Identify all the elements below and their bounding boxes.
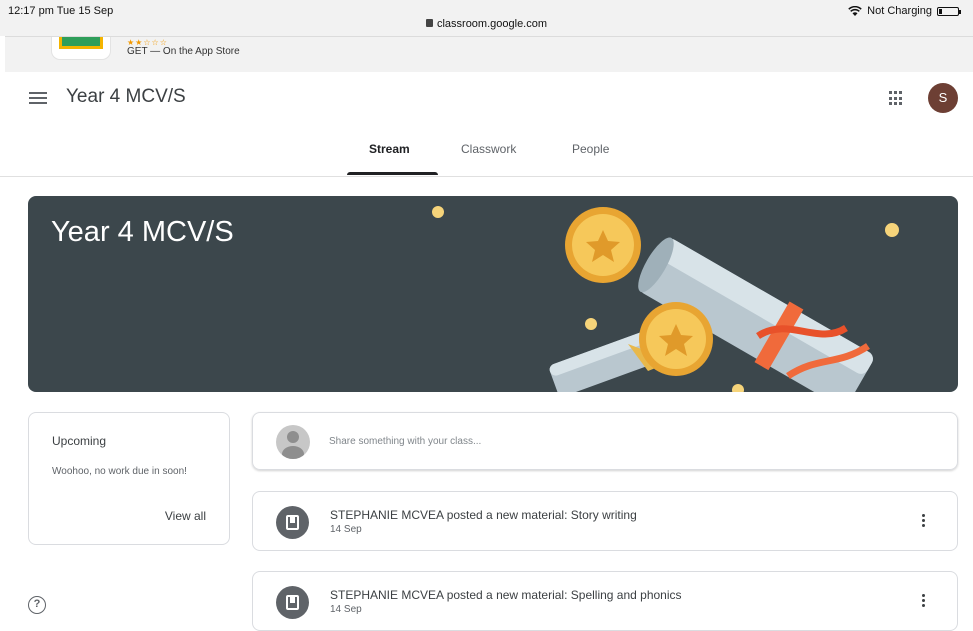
menu-icon[interactable] xyxy=(29,92,47,104)
status-indicators: Not Charging xyxy=(848,5,961,17)
material-icon xyxy=(276,506,309,539)
class-banner: Year 4 MCV/S xyxy=(28,196,958,392)
stream-post[interactable]: STEPHANIE MCVEA posted a new material: S… xyxy=(252,491,958,551)
active-tab-indicator xyxy=(347,172,438,175)
google-apps-icon[interactable] xyxy=(889,91,904,106)
view-all-link[interactable]: View all xyxy=(165,509,206,523)
status-bar: 12:17 pm Tue 15 Sep classroom.google.com… xyxy=(0,0,973,36)
account-avatar[interactable]: S xyxy=(928,83,958,113)
post-title[interactable]: STEPHANIE MCVEA posted a new material: S… xyxy=(330,588,682,602)
share-placeholder[interactable]: Share something with your class... xyxy=(329,436,481,447)
status-time: 12:17 pm Tue 15 Sep xyxy=(8,5,114,17)
wifi-icon xyxy=(848,6,862,16)
help-icon[interactable]: ? xyxy=(28,596,46,614)
more-options-icon[interactable] xyxy=(922,594,926,608)
app-store-get-label[interactable]: GET — On the App Store xyxy=(127,46,240,57)
post-date: 14 Sep xyxy=(330,604,362,615)
tab-bar: Stream Classwork People xyxy=(0,124,973,177)
stream-post[interactable]: STEPHANIE MCVEA posted a new material: S… xyxy=(252,571,958,631)
tab-stream[interactable]: Stream xyxy=(369,142,410,156)
more-options-icon[interactable] xyxy=(922,514,926,528)
tab-people[interactable]: People xyxy=(572,142,609,156)
charging-status: Not Charging xyxy=(867,5,932,17)
battery-icon xyxy=(937,6,961,16)
lock-icon xyxy=(425,19,433,27)
upcoming-card: Upcoming Woohoo, no work due in soon! Vi… xyxy=(28,412,230,545)
post-date: 14 Sep xyxy=(330,524,362,535)
app-store-banner[interactable]: ★★☆☆☆ GET — On the App Store xyxy=(5,36,973,72)
material-icon xyxy=(276,586,309,619)
upcoming-title: Upcoming xyxy=(52,434,107,448)
banner-title: Year 4 MCV/S xyxy=(51,216,234,248)
top-app-bar: Year 4 MCV/S S xyxy=(0,72,973,124)
post-title[interactable]: STEPHANIE MCVEA posted a new material: S… xyxy=(330,508,637,522)
upcoming-message: Woohoo, no work due in soon! xyxy=(52,466,187,477)
share-box[interactable]: Share something with your class... xyxy=(252,412,958,470)
url-text: classroom.google.com xyxy=(436,18,548,30)
classroom-app-icon xyxy=(52,37,110,59)
url-bar[interactable]: classroom.google.com xyxy=(0,18,973,30)
page-title[interactable]: Year 4 MCV/S xyxy=(66,86,186,108)
user-avatar xyxy=(276,425,310,459)
tab-classwork[interactable]: Classwork xyxy=(461,142,516,156)
